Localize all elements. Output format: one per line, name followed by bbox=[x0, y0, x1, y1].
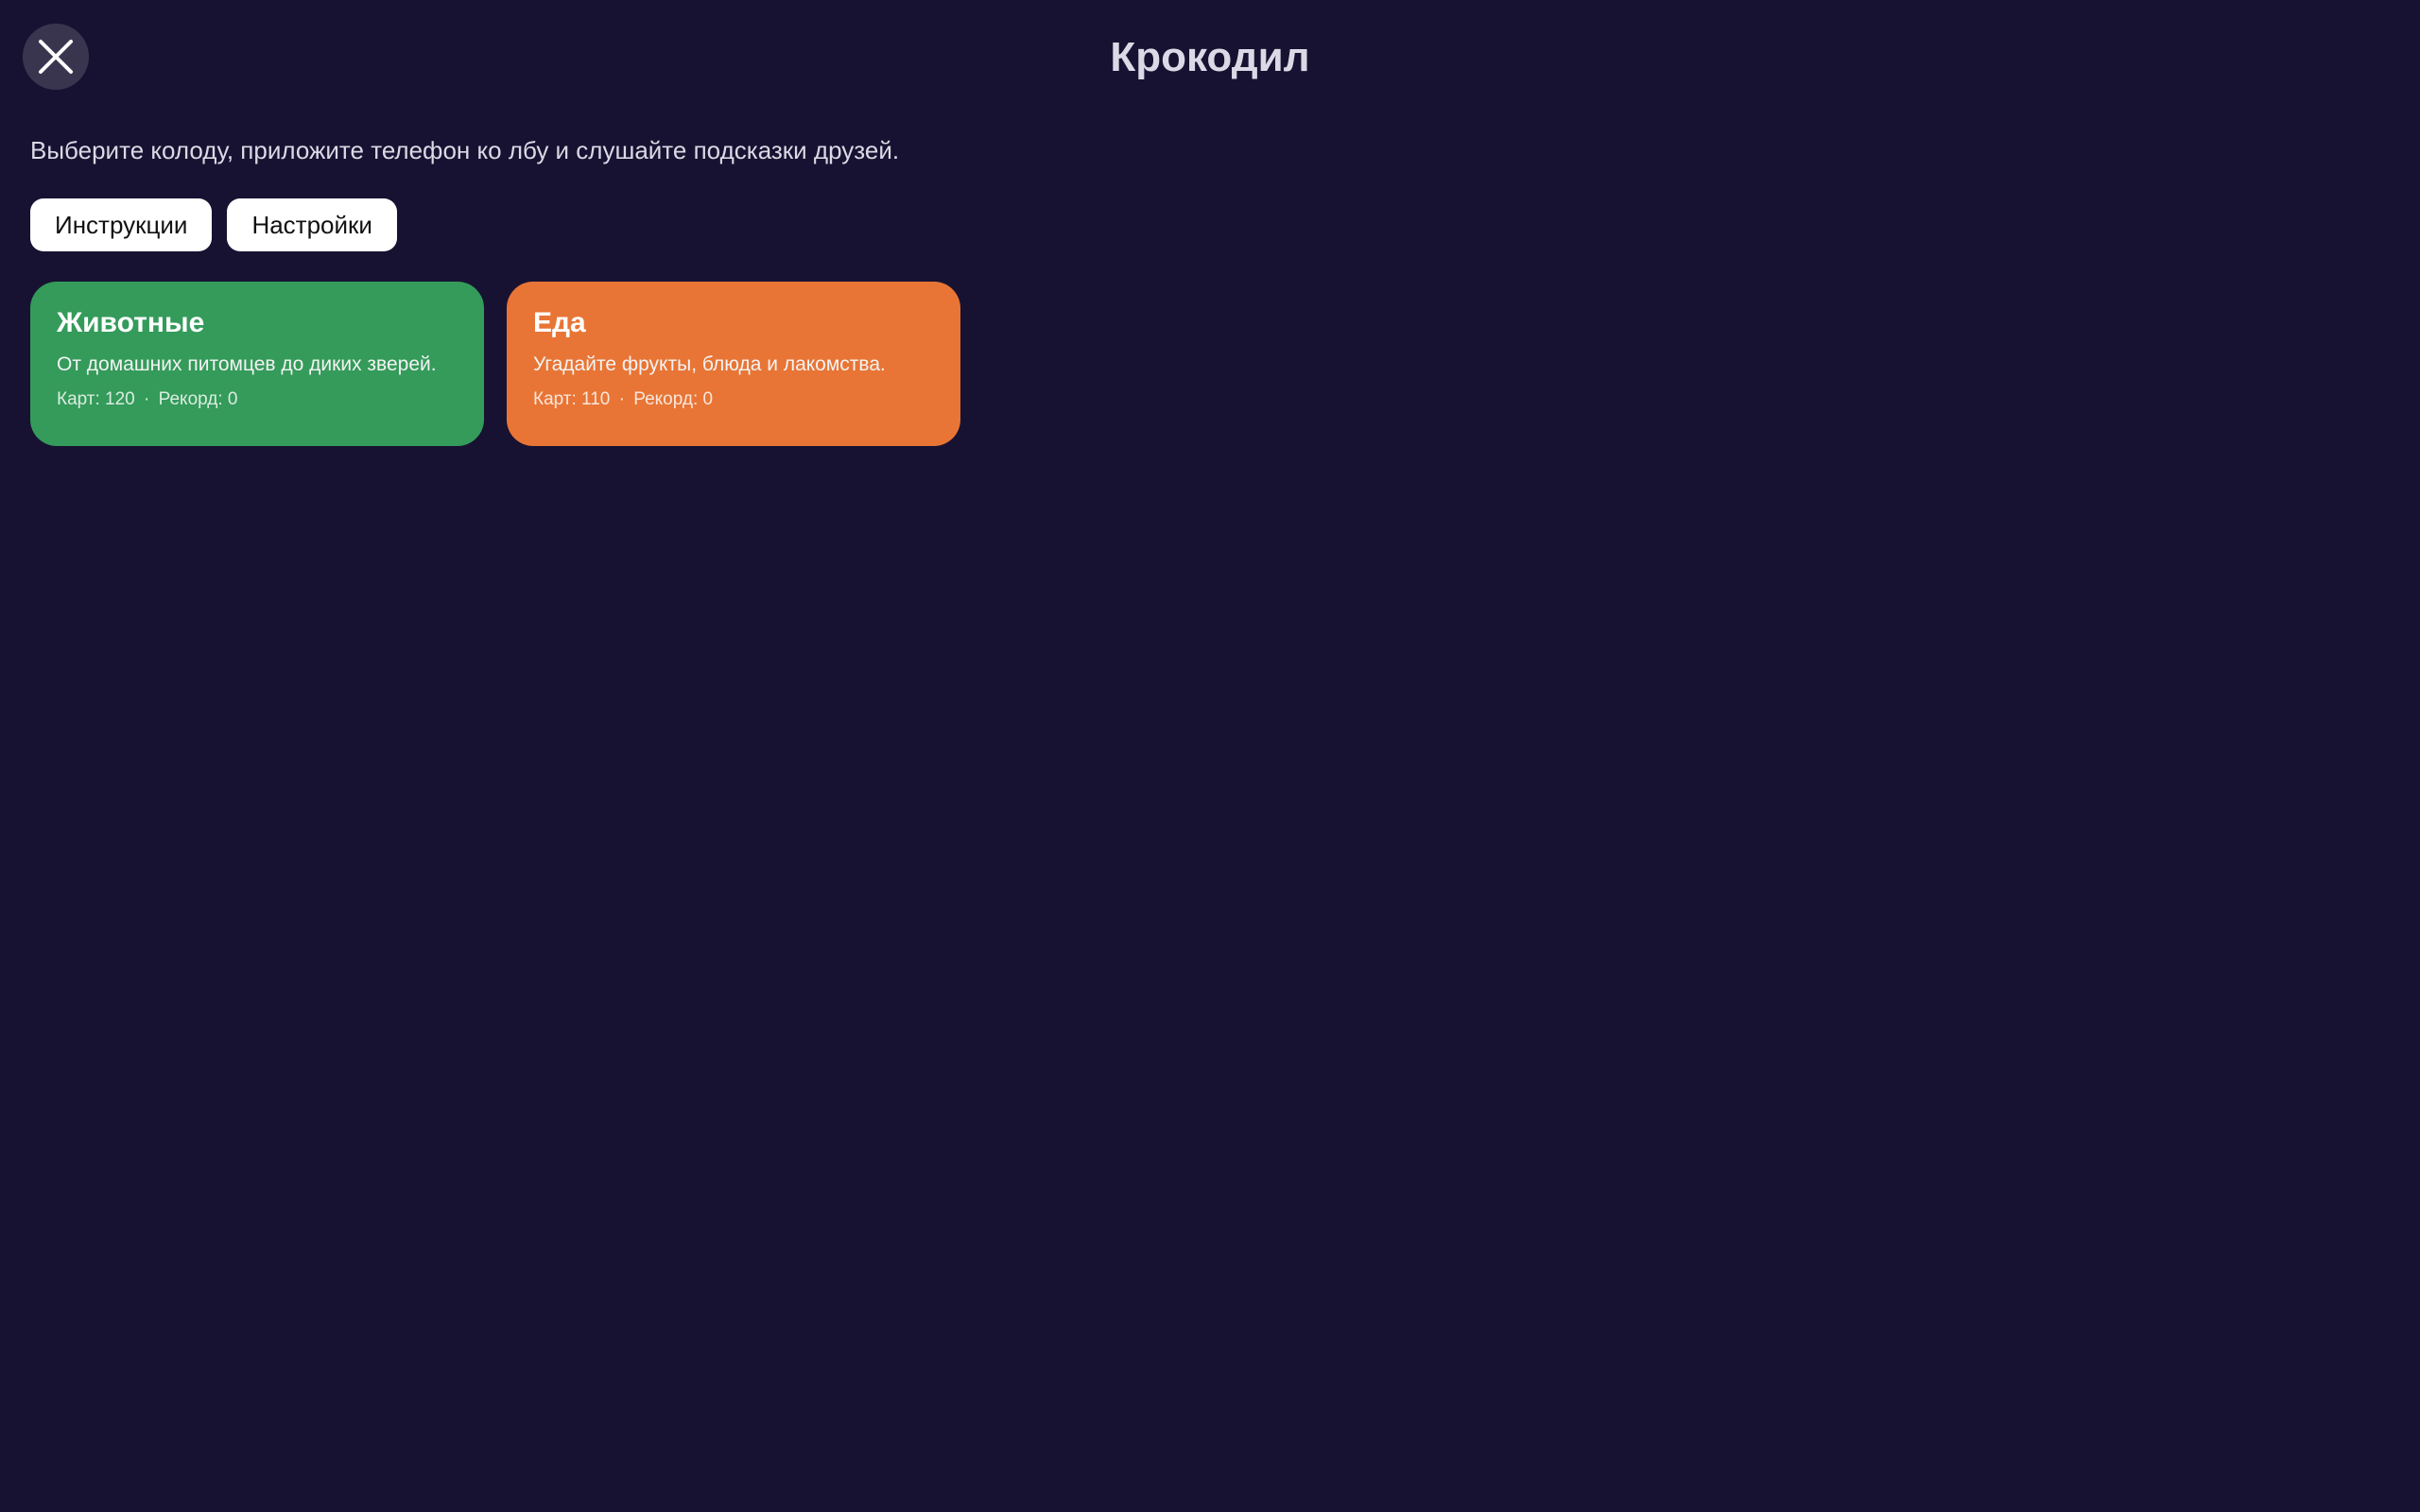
page-title: Крокодил bbox=[1110, 34, 1310, 80]
deck-name: Животные bbox=[57, 307, 205, 338]
action-buttons: Инструкции Настройки bbox=[30, 198, 397, 251]
settings-button[interactable]: Настройки bbox=[227, 198, 397, 251]
deck-record: Рекорд: 0 bbox=[158, 389, 238, 409]
deck-card-count: Карт: 120 bbox=[57, 389, 135, 409]
game-menu-page: Крокодил Выберите колоду, приложите теле… bbox=[0, 0, 2420, 1512]
instructions-button[interactable]: Инструкции bbox=[30, 198, 213, 251]
deck-card-food[interactable]: Еда Угадайте фрукты, блюда и лакомства. … bbox=[507, 282, 960, 446]
deck-meta: Карт: 120 · Рекорд: 0 bbox=[57, 387, 458, 412]
deck-card-count: Карт: 110 bbox=[533, 389, 611, 409]
meta-separator: · bbox=[618, 389, 625, 409]
deck-name: Еда bbox=[533, 307, 586, 338]
deck-meta: Карт: 110 · Рекорд: 0 bbox=[533, 387, 934, 412]
deck-card-animals[interactable]: Животные От домашних питомцев до диких з… bbox=[30, 282, 484, 446]
intro-text: Выберите колоду, приложите телефон ко лб… bbox=[30, 136, 900, 164]
deck-record: Рекорд: 0 bbox=[633, 389, 714, 409]
meta-separator: · bbox=[144, 389, 150, 409]
deck-list: Животные От домашних питомцев до диких з… bbox=[30, 282, 960, 446]
deck-description: Угадайте фрукты, блюда и лакомства. bbox=[533, 353, 886, 375]
deck-description: От домашних питомцев до диких зверей. bbox=[57, 353, 437, 375]
